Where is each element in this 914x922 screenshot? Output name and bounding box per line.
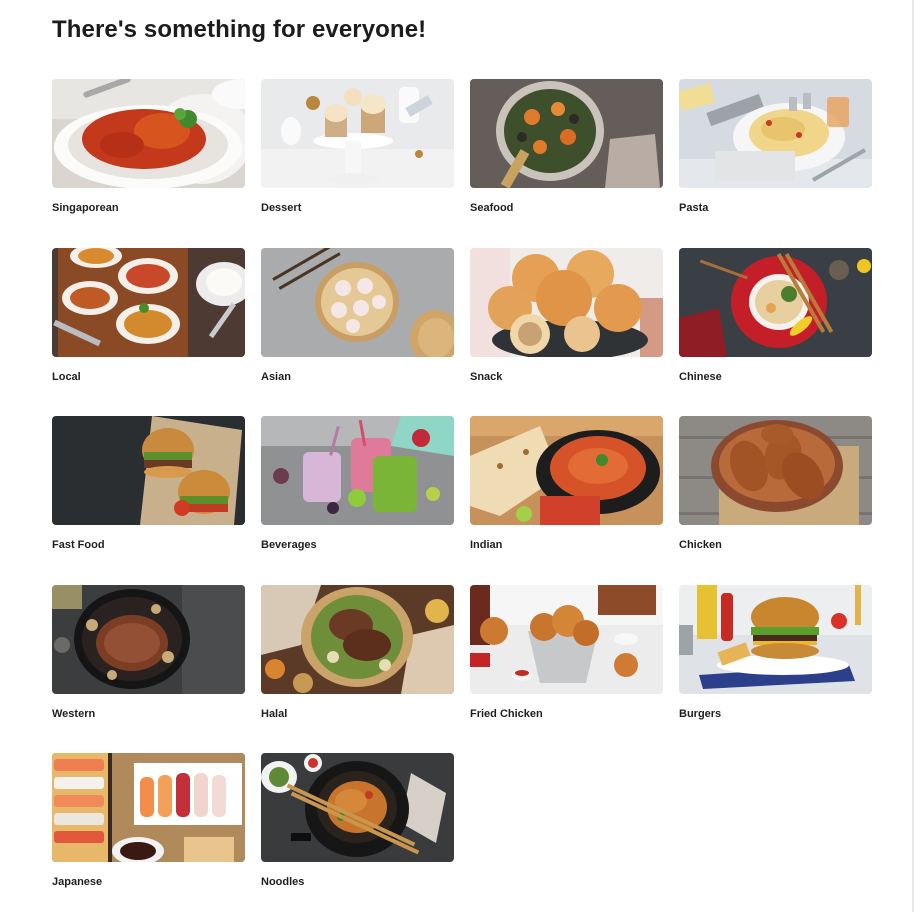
category-image: [261, 247, 454, 357]
category-card-noodles[interactable]: Noodles: [261, 753, 454, 922]
dim-sum-photo-icon: [261, 247, 454, 357]
cupcakes-photo-icon: [261, 79, 454, 188]
category-label: Halal: [261, 707, 288, 720]
category-image: [679, 416, 872, 525]
category-label: Burgers: [679, 707, 722, 720]
category-card-chicken[interactable]: Chicken: [679, 416, 872, 585]
noodle-bowl-photo-icon: [679, 247, 872, 357]
category-image: [679, 79, 872, 188]
category-label: Pasta: [679, 202, 709, 214]
category-card-chinese[interactable]: Chinese: [679, 247, 872, 417]
fried-chicken-photo-icon: [470, 584, 663, 694]
category-label: Fast Food: [52, 539, 105, 551]
category-image: [52, 584, 245, 694]
category-label: Beverages: [261, 539, 317, 551]
category-image: [470, 584, 663, 694]
category-image: [52, 753, 245, 862]
category-card-japanese[interactable]: Japanese: [52, 753, 245, 922]
pasta-plate-photo-icon: [679, 79, 872, 188]
category-image: [679, 584, 872, 694]
category-card-fast-food[interactable]: Fast Food: [52, 416, 245, 585]
smoothies-photo-icon: [261, 416, 454, 525]
steak-skillet-photo-icon: [52, 584, 245, 694]
cheeseburger-photo-icon: [679, 584, 872, 694]
seafood-pan-photo-icon: [470, 79, 663, 188]
chilli-crab-photo-icon: [52, 79, 245, 188]
category-label: Dessert: [261, 202, 302, 214]
category-label: Snack: [470, 370, 503, 383]
category-image: [679, 247, 872, 357]
category-card-fried-chicken[interactable]: Fried Chicken: [470, 584, 663, 754]
category-image: [52, 79, 245, 188]
category-label: Local: [52, 370, 81, 383]
category-card-dessert[interactable]: Dessert: [261, 79, 454, 248]
category-image: [52, 247, 245, 357]
buns-photo-icon: [470, 247, 663, 357]
category-card-snack[interactable]: Snack: [470, 247, 663, 417]
category-image: [470, 79, 663, 188]
category-card-local[interactable]: Local: [52, 247, 245, 417]
roast-chicken-photo-icon: [679, 416, 872, 525]
category-label: Japanese: [52, 876, 103, 888]
wok-noodles-photo-icon: [261, 753, 454, 862]
burgers-photo-icon: [52, 416, 245, 525]
curry-naan-photo-icon: [470, 416, 663, 525]
category-label: Fried Chicken: [470, 707, 543, 720]
category-label: Chicken: [679, 539, 722, 551]
category-image: [261, 79, 454, 188]
category-card-seafood[interactable]: Seafood: [470, 79, 663, 248]
sushi-photo-icon: [52, 753, 245, 862]
category-image: [52, 416, 245, 525]
category-image: [261, 416, 454, 525]
category-card-pasta[interactable]: Pasta: [679, 79, 872, 248]
category-image: [470, 416, 663, 525]
category-image: [470, 247, 663, 357]
category-card-singaporean[interactable]: Singaporean: [52, 79, 245, 248]
category-card-burgers[interactable]: Burgers: [679, 584, 872, 754]
category-card-beverages[interactable]: Beverages: [261, 416, 454, 585]
category-grid: Singaporean Dessert Seafood Pasta Local …: [52, 79, 873, 922]
category-image: [261, 584, 454, 694]
category-card-western[interactable]: Western: [52, 584, 245, 754]
category-label: Asian: [261, 370, 291, 383]
category-card-asian[interactable]: Asian: [261, 247, 454, 417]
category-label: Singaporean: [52, 202, 119, 214]
category-label: Noodles: [261, 876, 305, 888]
curry-dishes-photo-icon: [52, 247, 245, 357]
category-label: Seafood: [470, 202, 514, 214]
category-label: Indian: [470, 539, 503, 551]
category-image: [261, 753, 454, 862]
category-card-halal[interactable]: Halal: [261, 584, 454, 754]
grilled-meat-photo-icon: [261, 584, 454, 694]
category-label: Western: [52, 707, 96, 720]
category-card-indian[interactable]: Indian: [470, 416, 663, 585]
page-title: There's something for everyone!: [52, 16, 427, 43]
category-label: Chinese: [679, 370, 722, 383]
